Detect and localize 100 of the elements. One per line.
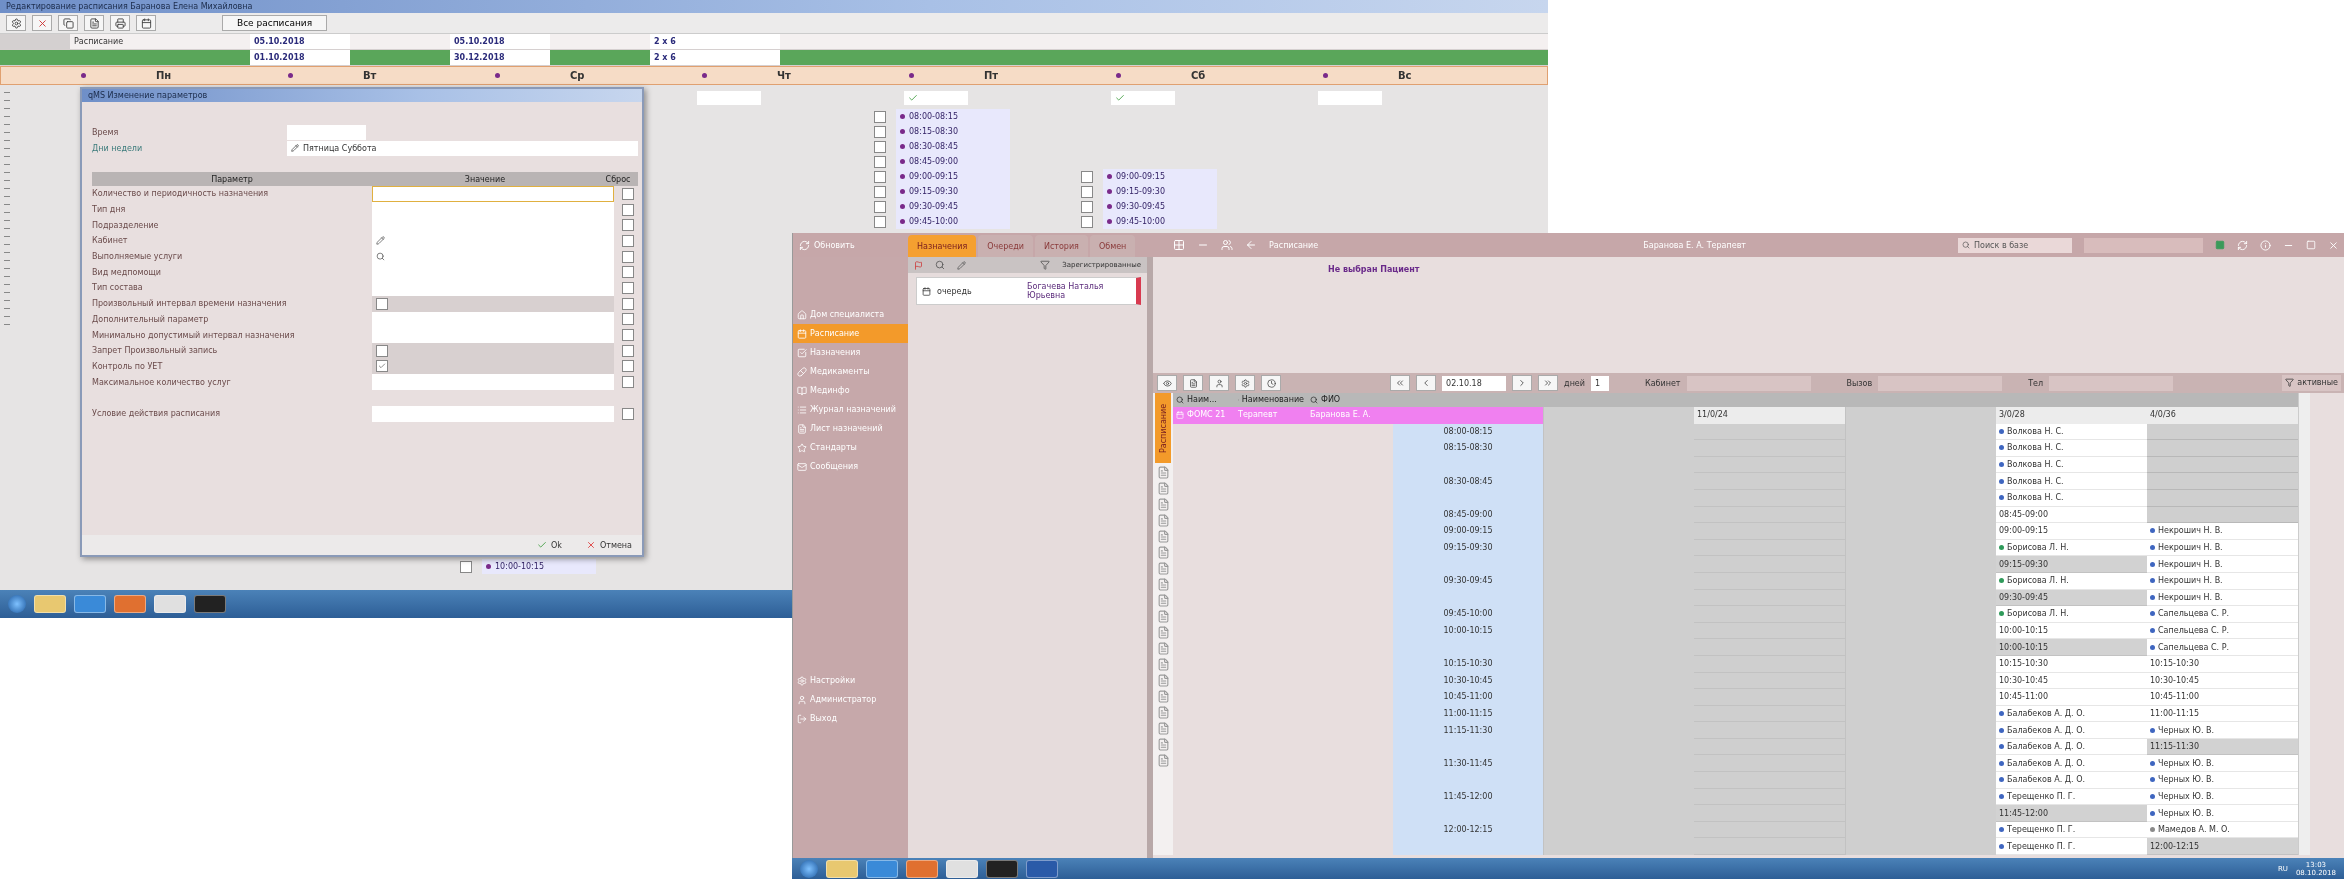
time-slot[interactable]: 09:00-09:15 xyxy=(1103,169,1217,184)
date-field[interactable]: 02.10.18 xyxy=(1442,375,1507,391)
slot-checkbox[interactable] xyxy=(874,140,886,153)
days-field[interactable]: 1 xyxy=(1591,375,1609,391)
document-icon[interactable] xyxy=(1156,690,1170,703)
time-slot[interactable]: 08:00-08:15 xyxy=(896,109,1010,124)
appointment-cell[interactable]: Некрошич Н. В. xyxy=(2147,556,2298,573)
maximize-icon[interactable] xyxy=(2306,240,2316,250)
browser-icon[interactable] xyxy=(866,859,898,878)
appointment-cell[interactable]: Волкова Н. С. xyxy=(1996,473,2147,490)
reset-checkbox[interactable] xyxy=(622,329,634,342)
cancel-button[interactable]: Отмена xyxy=(581,540,636,550)
queue-tab[interactable]: Очереди xyxy=(978,235,1033,257)
back-icon[interactable] xyxy=(1245,239,1257,251)
slot-checkbox[interactable] xyxy=(874,155,886,168)
flag-icon[interactable] xyxy=(914,260,923,270)
first-button[interactable] xyxy=(1390,375,1411,391)
document-icon[interactable] xyxy=(1156,578,1170,591)
row-toggle[interactable] xyxy=(0,34,70,49)
ok-button[interactable]: Ok xyxy=(533,540,566,550)
queue-tab[interactable]: История xyxy=(1034,235,1088,257)
all-schedules-button[interactable]: Все расписания xyxy=(222,15,328,31)
day-checkbox[interactable] xyxy=(1111,91,1175,105)
free-slot-cell[interactable]: 09:00-09:15 xyxy=(1996,523,2147,540)
filter-icon[interactable] xyxy=(1040,260,1051,270)
column-header[interactable]: ФИО xyxy=(1307,393,1393,407)
document-icon[interactable] xyxy=(1156,546,1170,559)
document-icon[interactable] xyxy=(1156,722,1170,735)
document-icon[interactable] xyxy=(1156,530,1170,543)
appointment-cell[interactable]: Балабеков А. Д. О. xyxy=(1996,772,2147,789)
settings-button[interactable] xyxy=(1235,375,1255,391)
stop-button[interactable] xyxy=(32,15,52,31)
appointment-cell[interactable]: Терещенко П. Г. xyxy=(1996,838,2147,856)
document-icon[interactable] xyxy=(1156,594,1170,607)
slot-checkbox[interactable] xyxy=(1081,185,1093,198)
document-icon[interactable] xyxy=(1156,706,1170,719)
document-icon[interactable] xyxy=(1156,642,1170,655)
slot-checkbox[interactable] xyxy=(874,170,886,183)
document-icon[interactable] xyxy=(1156,738,1170,751)
start-icon[interactable] xyxy=(800,859,818,878)
time-slot[interactable]: 09:45-10:00 xyxy=(896,214,1010,229)
document-icon[interactable] xyxy=(1156,498,1170,511)
folder-icon[interactable] xyxy=(826,859,858,878)
document-icon[interactable] xyxy=(1156,754,1170,767)
filter-button[interactable]: активные xyxy=(2282,374,2341,392)
next-button[interactable] xyxy=(1512,375,1533,391)
free-slot-cell[interactable]: 10:45-11:00 xyxy=(1996,689,2147,706)
time-slot[interactable]: 09:30-09:45 xyxy=(1103,199,1217,214)
time-slot[interactable]: 08:30-08:45 xyxy=(896,139,1010,154)
time-slot[interactable]: 09:15-09:30 xyxy=(896,184,1010,199)
scrollbar[interactable] xyxy=(2298,393,2310,856)
appointment-cell[interactable]: Черных Ю. В. xyxy=(2147,805,2298,822)
document-icon[interactable] xyxy=(1156,482,1170,495)
appointment-cell[interactable]: Некрошич Н. В. xyxy=(2147,523,2298,540)
start-icon[interactable] xyxy=(8,595,26,613)
slot-checkbox[interactable] xyxy=(874,200,886,213)
days-field[interactable]: Пятница Суббота xyxy=(287,140,638,156)
app-icon[interactable] xyxy=(194,595,226,613)
slot-checkbox[interactable] xyxy=(874,185,886,198)
appointment-cell[interactable]: Балабеков А. Д. О. xyxy=(1996,755,2147,773)
time-slot[interactable]: 08:15-08:30 xyxy=(896,124,1010,139)
queue-item[interactable]: очередь Богачева Наталья Юрьевна xyxy=(916,277,1141,305)
copy-button[interactable] xyxy=(58,15,78,31)
queue-tab[interactable]: Назначения xyxy=(908,235,977,257)
vertical-tab[interactable]: Расписание xyxy=(1155,393,1171,463)
document-icon[interactable] xyxy=(1156,562,1170,575)
document-icon[interactable] xyxy=(1156,466,1170,479)
param-field[interactable] xyxy=(372,327,614,343)
search-field[interactable]: Поиск в базе xyxy=(1958,237,2072,253)
param-field[interactable] xyxy=(372,405,614,422)
day-checkbox[interactable] xyxy=(1318,91,1382,105)
document-icon[interactable] xyxy=(1156,674,1170,687)
row-toggle[interactable] xyxy=(0,50,70,65)
appointment-cell[interactable]: Сапельцева С. Р. xyxy=(2147,639,2298,656)
slot-checkbox[interactable] xyxy=(874,125,886,138)
reset-checkbox[interactable] xyxy=(622,344,634,357)
busy-slot-cell[interactable]: 10:00-10:15 xyxy=(1996,639,2147,656)
grid-icon[interactable] xyxy=(1173,239,1185,251)
param-field[interactable] xyxy=(372,280,614,296)
reset-checkbox[interactable] xyxy=(622,219,634,232)
param-checkbox[interactable] xyxy=(376,344,388,357)
calendar-button[interactable] xyxy=(136,15,156,31)
free-slot-cell[interactable]: 10:45-11:00 xyxy=(2147,689,2298,706)
reset-checkbox[interactable] xyxy=(622,313,634,326)
view-button[interactable] xyxy=(1157,375,1177,391)
paste-button[interactable] xyxy=(84,15,104,31)
appointment-cell[interactable]: Борисова Л. Н. xyxy=(1996,606,2147,623)
slot-checkbox[interactable] xyxy=(874,110,886,123)
appointment-cell[interactable]: Сапельцева С. Р. xyxy=(2147,606,2298,623)
users-icon[interactable] xyxy=(1221,239,1233,251)
column-header[interactable]: Наименование xyxy=(1235,393,1307,407)
prev-button[interactable] xyxy=(1416,375,1437,391)
slot-checkbox[interactable] xyxy=(874,215,886,228)
settings-button[interactable] xyxy=(6,15,26,31)
print-button[interactable] xyxy=(110,15,130,31)
queue-tab[interactable]: Обмен xyxy=(1089,235,1136,257)
reset-checkbox[interactable] xyxy=(622,266,634,279)
time-slot[interactable]: 08:45-09:00 xyxy=(896,154,1010,169)
app-icon[interactable] xyxy=(986,859,1018,878)
day-checkbox[interactable] xyxy=(904,91,968,105)
